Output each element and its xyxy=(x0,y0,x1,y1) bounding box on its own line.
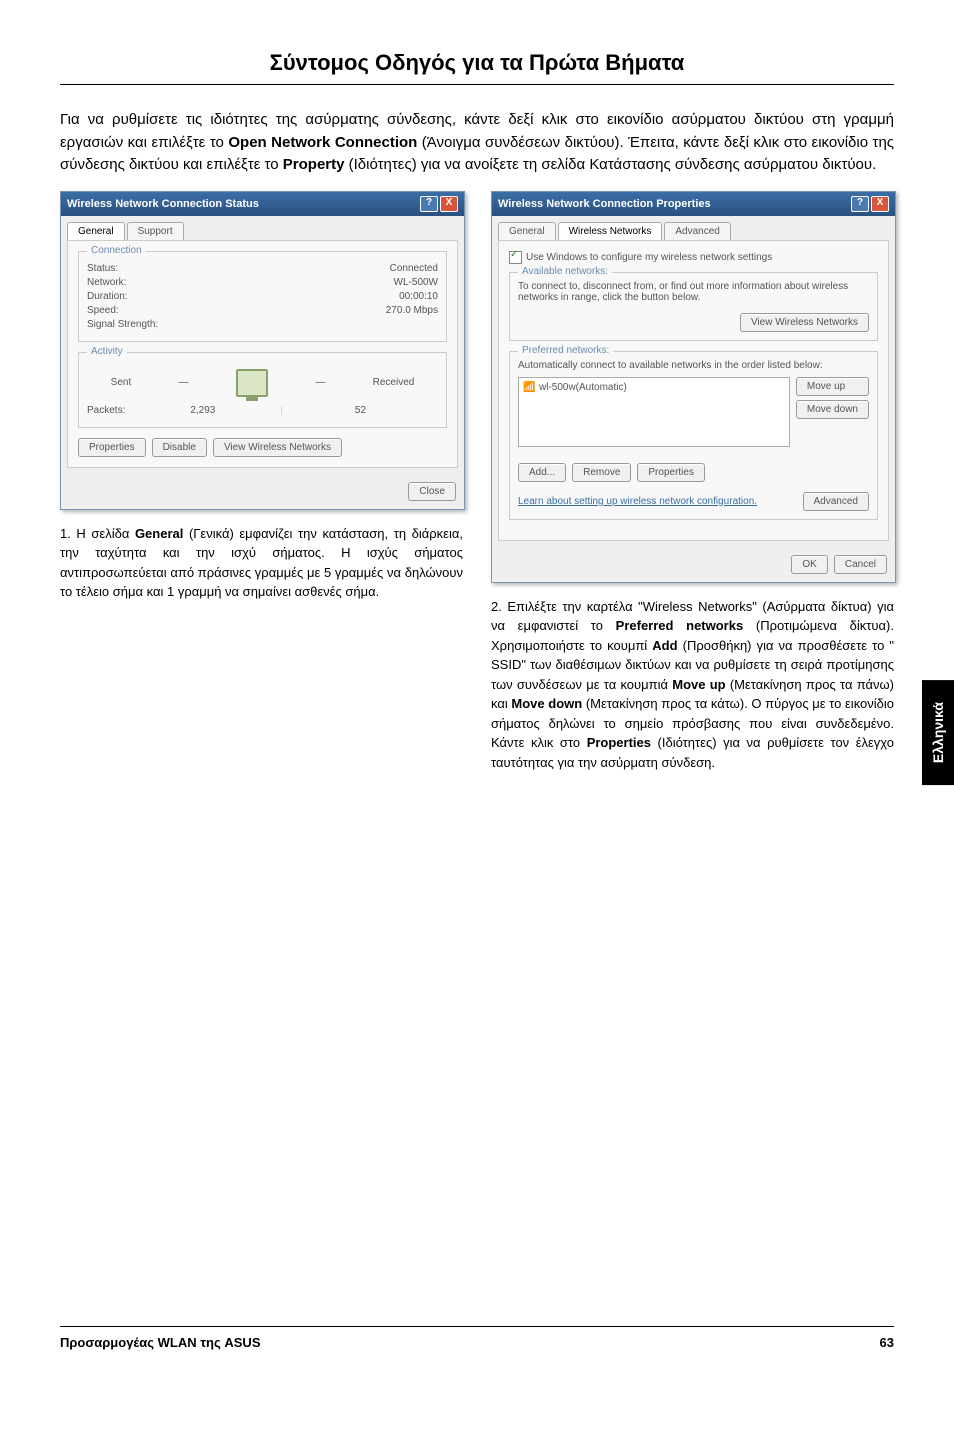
group-connection: Connection xyxy=(87,245,146,256)
page-number: 63 xyxy=(880,1335,894,1350)
use-windows-checkbox[interactable] xyxy=(509,251,522,264)
view-networks-button[interactable]: View Wireless Networks xyxy=(213,438,342,457)
footer-title: Προσαρμογέας WLAN της ASUS xyxy=(60,1335,260,1350)
available-text: To connect to, disconnect from, or find … xyxy=(518,281,869,303)
move-down-button[interactable]: Move down xyxy=(796,400,869,419)
signal-icon: 📶 xyxy=(523,382,535,394)
close-icon[interactable]: X xyxy=(871,196,889,212)
val-status: Connected xyxy=(390,263,438,274)
lbl-status: Status: xyxy=(87,263,118,274)
language-tab: Ελληνικά xyxy=(922,680,954,785)
disable-button[interactable]: Disable xyxy=(152,438,207,457)
add-button[interactable]: Add... xyxy=(518,463,566,482)
caption-1: 1. Η σελίδα General (Γενικά) εμφανίζει τ… xyxy=(60,524,463,602)
properties-dialog: Wireless Network Connection Properties ?… xyxy=(491,191,896,583)
tab-general[interactable]: General xyxy=(67,222,125,240)
preferred-text: Automatically connect to available netwo… xyxy=(518,360,869,371)
lbl-signal: Signal Strength: xyxy=(87,319,158,330)
lbl-speed: Speed: xyxy=(87,305,119,316)
status-dialog: Wireless Network Connection Status ? X G… xyxy=(60,191,465,510)
list-item-label: wl-500w(Automatic) xyxy=(539,382,627,393)
close-icon[interactable]: X xyxy=(440,196,458,212)
group-available: Available networks: xyxy=(518,266,612,277)
tab-general-2[interactable]: General xyxy=(498,222,556,240)
lbl-duration: Duration: xyxy=(87,291,128,302)
use-windows-label: Use Windows to configure my wireless net… xyxy=(526,252,772,263)
tab-wireless-networks[interactable]: Wireless Networks xyxy=(558,222,663,240)
advanced-button[interactable]: Advanced xyxy=(803,492,869,511)
page-title: Σύντομος Οδηγός για τα Πρώτα Βήματα xyxy=(60,50,894,76)
group-preferred: Preferred networks: xyxy=(518,345,613,356)
val-sent: 2,293 xyxy=(125,405,280,416)
lbl-network: Network: xyxy=(87,277,126,288)
close-button[interactable]: Close xyxy=(408,482,456,501)
val-recv: 52 xyxy=(283,405,438,416)
title-rule xyxy=(60,84,894,85)
help-icon[interactable]: ? xyxy=(851,196,869,212)
dialog2-title: Wireless Network Connection Properties xyxy=(498,198,711,210)
dialog1-title: Wireless Network Connection Status xyxy=(67,198,259,210)
cancel-button[interactable]: Cancel xyxy=(834,555,887,574)
ok-button[interactable]: OK xyxy=(791,555,827,574)
move-up-button[interactable]: Move up xyxy=(796,377,869,396)
val-network: WL-500W xyxy=(394,277,438,288)
list-item[interactable]: 📶 wl-500w(Automatic) xyxy=(523,382,785,394)
val-speed: 270.0 Mbps xyxy=(386,305,438,316)
remove-button[interactable]: Remove xyxy=(572,463,631,482)
intro-paragraph: Για να ρυθμίσετε τις ιδιότητες της ασύρμ… xyxy=(60,109,894,177)
network-activity-icon xyxy=(236,369,268,397)
val-duration: 00:00:10 xyxy=(399,291,438,302)
tab-advanced[interactable]: Advanced xyxy=(664,222,730,240)
caption-2: 2. Επιλέξτε την καρτέλα "Wireless Networ… xyxy=(491,597,894,773)
properties-button[interactable]: Properties xyxy=(78,438,146,457)
lbl-packets: Packets: xyxy=(87,405,125,416)
tab-support[interactable]: Support xyxy=(127,222,184,240)
props-button[interactable]: Properties xyxy=(637,463,705,482)
group-activity: Activity xyxy=(87,346,127,357)
lbl-sent: Sent xyxy=(111,377,132,388)
preferred-listbox[interactable]: 📶 wl-500w(Automatic) xyxy=(518,377,790,447)
help-icon[interactable]: ? xyxy=(420,196,438,212)
lbl-received: Received xyxy=(373,377,415,388)
view-wireless-button[interactable]: View Wireless Networks xyxy=(740,313,869,332)
learn-link[interactable]: Learn about setting up wireless network … xyxy=(518,496,797,507)
